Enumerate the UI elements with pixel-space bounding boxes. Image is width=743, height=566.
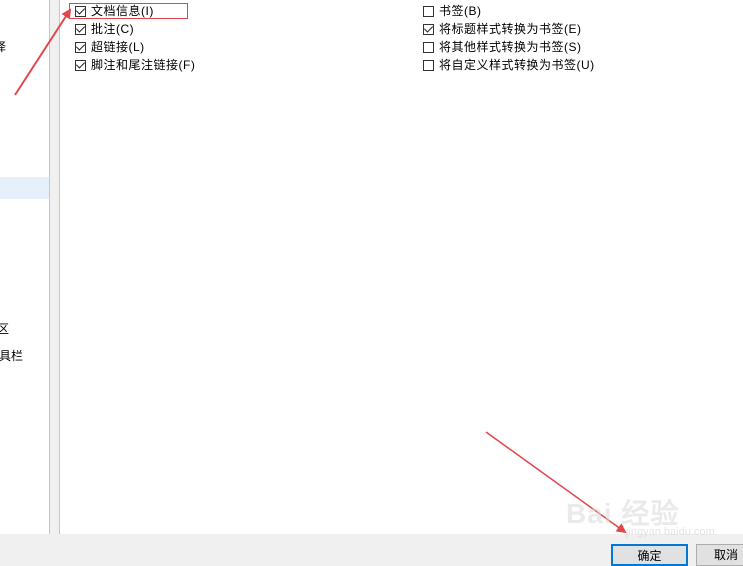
dialog-button-bar: 确定 取消 <box>0 534 743 566</box>
option-comments[interactable]: 批注(C) <box>75 20 134 38</box>
sidebar-item-label: 译 <box>0 40 6 54</box>
checkbox-other-styles-to-bookmarks[interactable] <box>423 41 434 53</box>
ok-button-label: 确定 <box>637 549 662 563</box>
checkbox-bookmarks[interactable] <box>423 5 434 17</box>
option-hyperlinks[interactable]: 超链接(L) <box>75 38 145 56</box>
option-label: 脚注和尾注链接(F) <box>91 58 196 72</box>
checkbox-footnote-links[interactable] <box>75 59 86 71</box>
option-label: 将其他样式转换为书签(S) <box>439 40 582 54</box>
option-document-info[interactable]: 文档信息(I) <box>75 2 154 20</box>
option-label: 超链接(L) <box>91 40 145 54</box>
option-label: 文档信息(I) <box>91 4 154 18</box>
cancel-button[interactable]: 取消 <box>696 544 743 566</box>
checkbox-heading-to-bookmarks[interactable] <box>423 23 434 35</box>
ok-button[interactable]: 确定 <box>611 544 688 566</box>
option-footnote-links[interactable]: 脚注和尾注链接(F) <box>75 56 195 74</box>
sidebar-item-label: 具栏 <box>0 349 24 363</box>
sidebar-item-label: 区 <box>0 322 9 336</box>
option-label: 批注(C) <box>91 22 135 36</box>
option-label: 将标题样式转换为书签(E) <box>439 22 582 36</box>
sidebar-item-toolbar[interactable]: 具栏 <box>0 345 49 367</box>
sidebar-item-selected[interactable] <box>0 177 49 199</box>
options-sidebar: 译 区 具栏 <box>0 0 50 534</box>
sidebar-item-area[interactable]: 区 <box>0 318 49 340</box>
checkbox-hyperlinks[interactable] <box>75 41 86 53</box>
checkbox-comments[interactable] <box>75 23 86 35</box>
checkbox-document-info[interactable] <box>75 5 86 17</box>
option-bookmarks[interactable]: 书签(B) <box>423 2 482 20</box>
option-label: 将自定义样式转换为书签(U) <box>439 58 595 72</box>
sidebar-item-1[interactable]: 译 <box>0 36 49 58</box>
option-custom-styles-to-bookmarks[interactable]: 将自定义样式转换为书签(U) <box>423 56 595 74</box>
checkbox-custom-styles-to-bookmarks[interactable] <box>423 59 434 71</box>
option-other-styles-to-bookmarks[interactable]: 将其他样式转换为书签(S) <box>423 38 582 56</box>
cancel-button-label: 取消 <box>713 548 738 562</box>
option-label: 书签(B) <box>439 4 482 18</box>
option-heading-to-bookmarks[interactable]: 将标题样式转换为书签(E) <box>423 20 582 38</box>
options-panel: 文档信息(I) 批注(C) 超链接(L) 脚注和尾注链接(F) 书签(B) 将标… <box>59 0 743 534</box>
